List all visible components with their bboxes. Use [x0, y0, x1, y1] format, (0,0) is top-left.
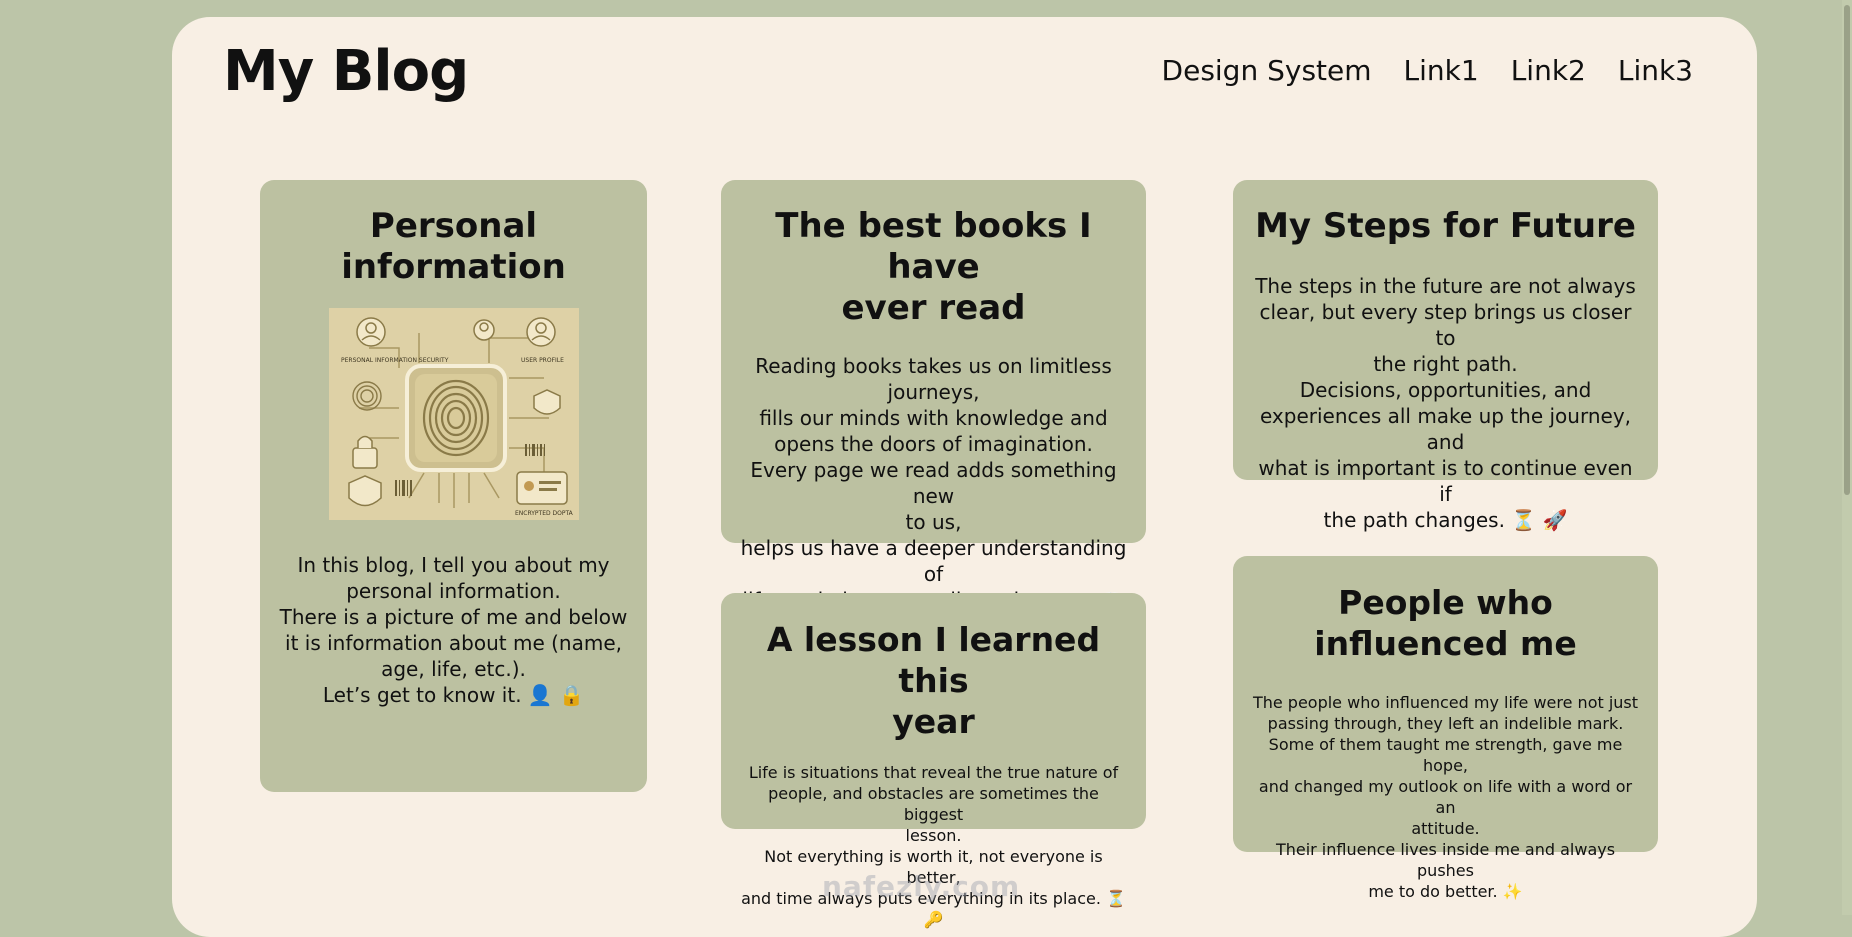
scrollbar-thumb[interactable]	[1844, 5, 1850, 495]
card-title: My Steps for Future	[1255, 206, 1636, 246]
page-container: My Blog Design System Link1 Link2 Link3 …	[172, 17, 1757, 937]
nav-link-3[interactable]: Link3	[1618, 54, 1693, 87]
site-title: My Blog	[223, 39, 469, 104]
card-body: The people who influenced my life were n…	[1252, 693, 1639, 901]
image-label-encrypted: ENCRYPTED DOPTA	[515, 510, 574, 517]
card-steps-for-future: My Steps for Future The steps in the fut…	[1233, 180, 1658, 532]
card-title: Personal information	[341, 206, 566, 287]
card-personal-information: Personal information PERSONAL INFORMATIO…	[260, 180, 647, 792]
image-label-security: PERSONAL INFORMATION SECURITY	[341, 357, 449, 364]
card-best-books: The best books I have ever read Reading …	[721, 180, 1146, 638]
card-title: People who influenced me	[1314, 583, 1577, 663]
nav-link-1[interactable]: Link1	[1404, 54, 1479, 87]
card-people-influenced: People who influenced me The people who …	[1233, 556, 1658, 901]
watermark: nafezly.com	[822, 870, 1021, 903]
card-body: Life is situations that reveal the true …	[741, 763, 1126, 929]
personal-information-security-image: PERSONAL INFORMATION SECURITY USER PROFI…	[328, 308, 579, 520]
card-body: The steps in the future are not always c…	[1255, 274, 1636, 532]
vertical-scrollbar[interactable]	[1842, 0, 1852, 915]
card-lesson-learned: A lesson I learned this year Life is sit…	[721, 593, 1146, 929]
image-label-profile: USER PROFILE	[521, 357, 564, 364]
card-title: The best books I have ever read	[775, 206, 1092, 328]
card-body: In this blog, I tell you about my person…	[279, 553, 628, 707]
card-title: A lesson I learned this year	[766, 620, 1101, 741]
nav-link-2[interactable]: Link2	[1511, 54, 1586, 87]
nav-link-design-system[interactable]: Design System	[1162, 54, 1372, 87]
top-nav: Design System Link1 Link2 Link3	[1162, 54, 1693, 87]
